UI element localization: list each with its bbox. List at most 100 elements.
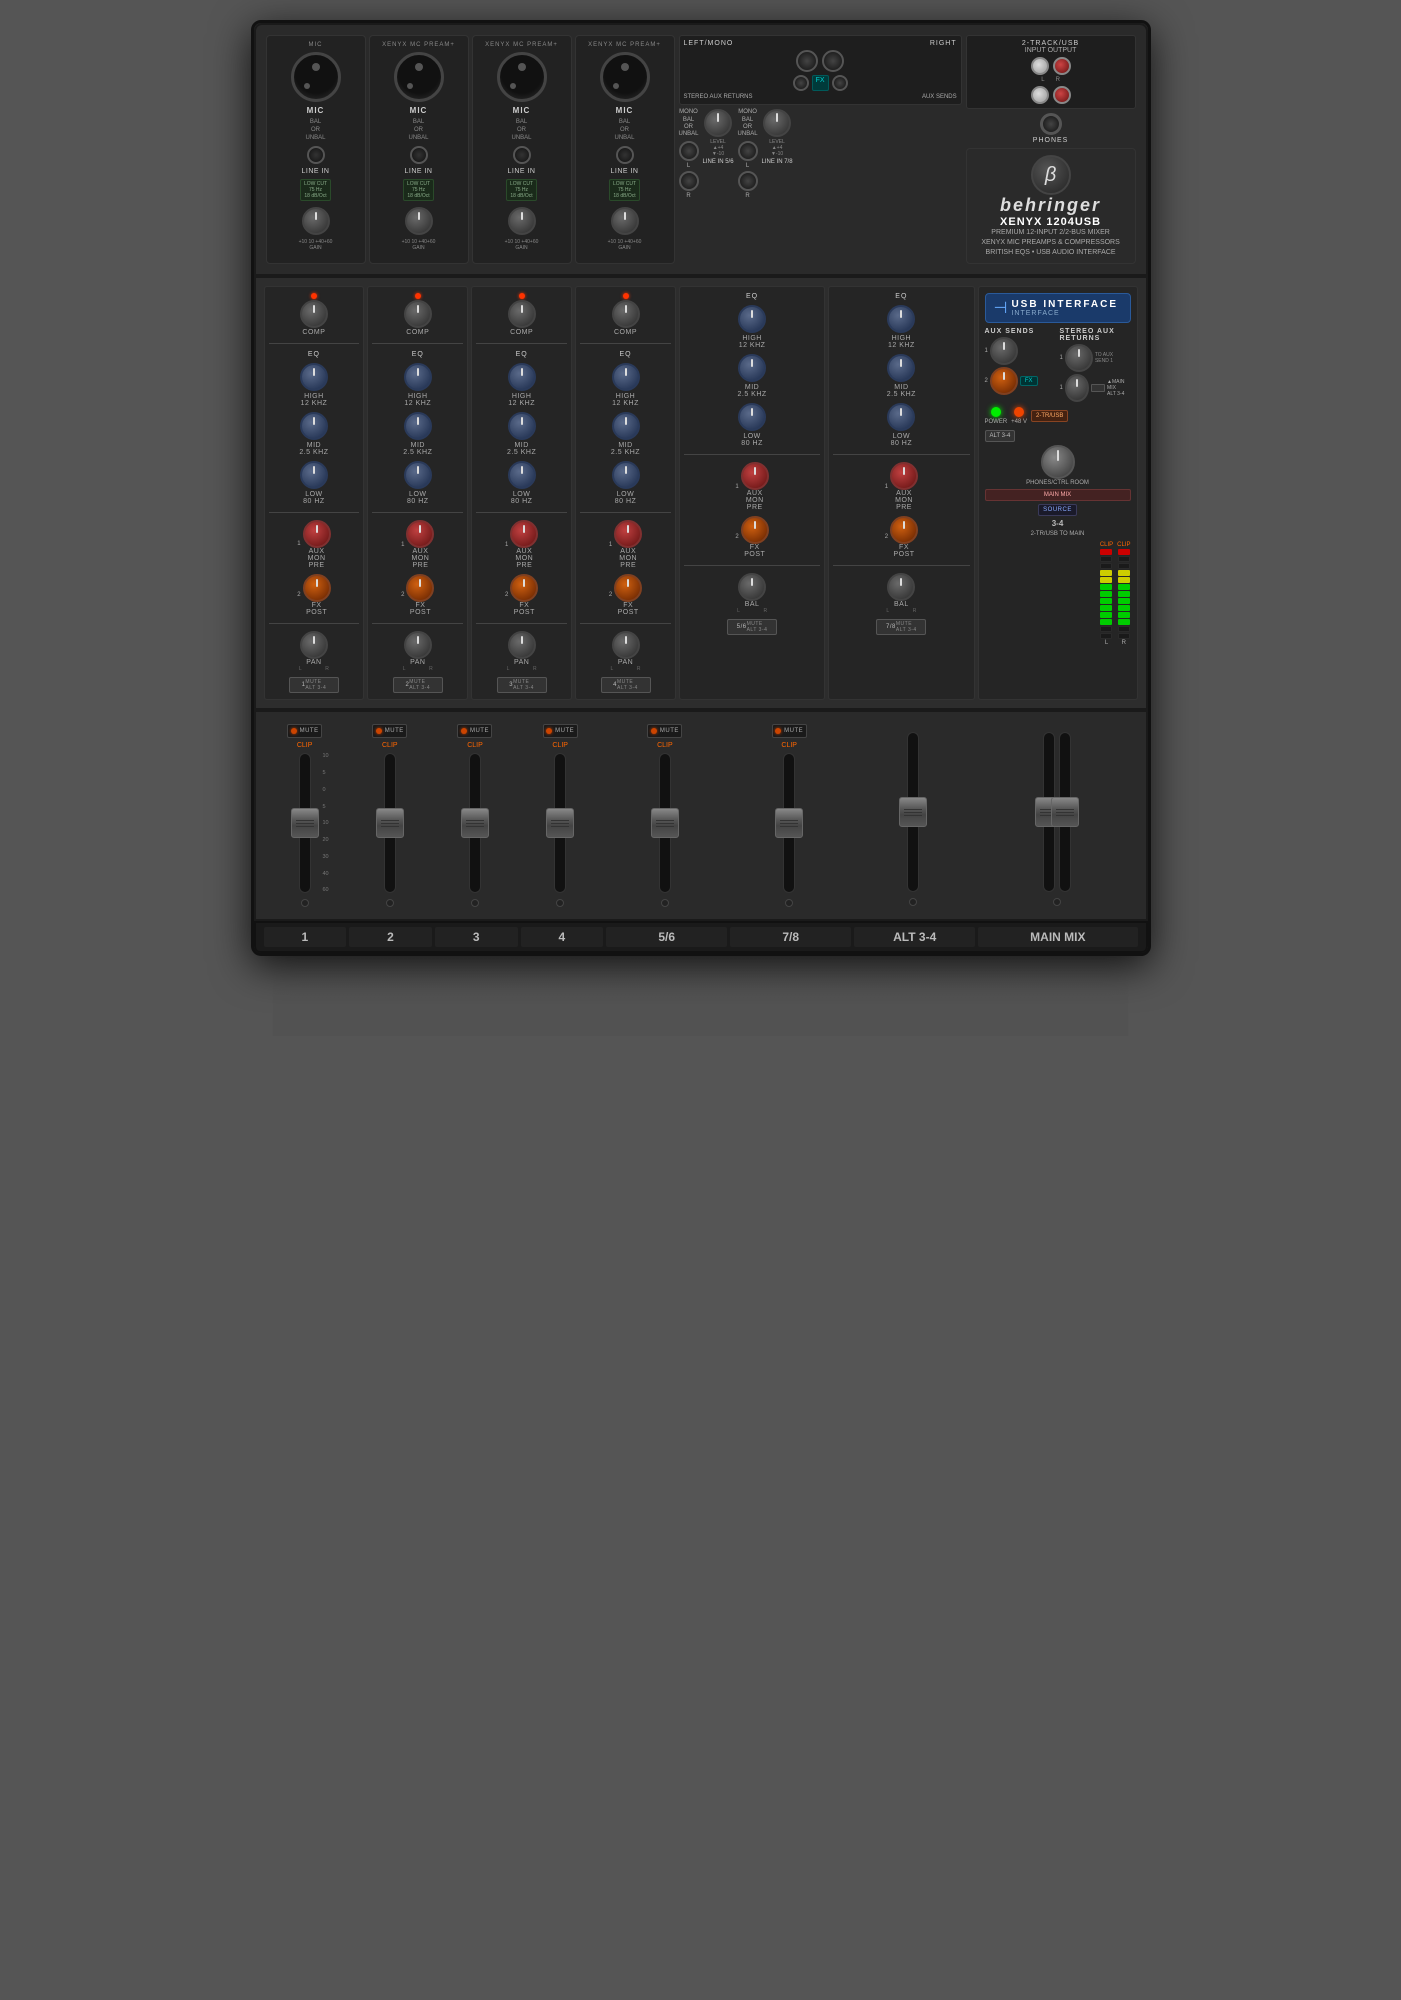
- eq-mid-knob-56[interactable]: [738, 354, 766, 382]
- aux2-knob-56[interactable]: [741, 516, 769, 544]
- eq-mid-knob-1[interactable]: [300, 412, 328, 440]
- aux1-knob-4[interactable]: [614, 520, 642, 548]
- fader-handle-1[interactable]: [291, 808, 319, 838]
- fader-track-2[interactable]: [384, 753, 396, 893]
- pan-knob-2[interactable]: [404, 631, 432, 659]
- low-cut-1[interactable]: LOW CUT75 Hz18 dB/Oct: [300, 179, 331, 201]
- level-56-knob[interactable]: [704, 109, 732, 137]
- eq-low-knob-3[interactable]: [508, 461, 536, 489]
- mono-2-r-jack[interactable]: [738, 171, 758, 191]
- mono-l-jack[interactable]: [679, 141, 699, 161]
- fader-track-56[interactable]: [659, 753, 671, 893]
- eq-high-knob-56[interactable]: [738, 305, 766, 333]
- fx-button-sends[interactable]: FX: [1020, 376, 1038, 386]
- main-out-left-jack[interactable]: [796, 50, 818, 72]
- gain-knob-1[interactable]: [302, 207, 330, 235]
- xlr-connector-1[interactable]: [291, 52, 341, 102]
- xlr-connector-2[interactable]: [394, 52, 444, 102]
- low-cut-2[interactable]: LOW CUT75 Hz18 dB/Oct: [403, 179, 434, 201]
- eq-low-knob-78[interactable]: [887, 403, 915, 431]
- eq-high-knob-4[interactable]: [612, 363, 640, 391]
- aux2-knob-3[interactable]: [510, 574, 538, 602]
- rca-in-left[interactable]: [1031, 57, 1049, 75]
- fader-track-3[interactable]: [469, 753, 481, 893]
- eq-mid-knob-3[interactable]: [508, 412, 536, 440]
- mute-button-2[interactable]: MUTE: [372, 724, 407, 738]
- source-button[interactable]: SOURCE: [1038, 504, 1077, 516]
- pan-knob-1[interactable]: [300, 631, 328, 659]
- mute-alt-button-1[interactable]: 1 MUTEALT 3-4: [289, 677, 339, 693]
- comp-knob-1[interactable]: [300, 300, 328, 328]
- main-mix-switch[interactable]: [1091, 384, 1105, 392]
- main-out-right-jack[interactable]: [822, 50, 844, 72]
- comp-knob-2[interactable]: [404, 300, 432, 328]
- xlr-connector-4[interactable]: [600, 52, 650, 102]
- rca-out-right[interactable]: [1053, 86, 1071, 104]
- fader-handle-3[interactable]: [461, 808, 489, 838]
- aux1-knob-1[interactable]: [303, 520, 331, 548]
- gain-knob-3[interactable]: [508, 207, 536, 235]
- eq-mid-knob-2[interactable]: [404, 412, 432, 440]
- mute-alt-button-56[interactable]: 5/6 MUTEALT 3-4: [727, 619, 777, 635]
- fader-handle-56[interactable]: [651, 808, 679, 838]
- mute-alt-button-4[interactable]: 4 MUTEALT 3-4: [601, 677, 651, 693]
- eq-low-knob-4[interactable]: [612, 461, 640, 489]
- eq-low-knob-56[interactable]: [738, 403, 766, 431]
- aux1-knob-3[interactable]: [510, 520, 538, 548]
- level-78-knob[interactable]: [763, 109, 791, 137]
- low-cut-4[interactable]: LOW CUT75 Hz18 dB/Oct: [609, 179, 640, 201]
- xlr-connector-3[interactable]: [497, 52, 547, 102]
- aux1-knob-56[interactable]: [741, 462, 769, 490]
- fx-send-jack[interactable]: [793, 75, 809, 91]
- gain-knob-2[interactable]: [405, 207, 433, 235]
- main-mix-button[interactable]: MAIN MIX: [985, 489, 1131, 501]
- fader-track-78[interactable]: [783, 753, 795, 893]
- aux2-knob-2[interactable]: [406, 574, 434, 602]
- mute-button-4[interactable]: MUTE: [543, 724, 578, 738]
- comp-knob-3[interactable]: [508, 300, 536, 328]
- mute-button-1[interactable]: MUTE: [287, 724, 322, 738]
- stereo-return-2-knob[interactable]: [1065, 374, 1089, 402]
- line-in-jack-4[interactable]: [616, 146, 634, 164]
- fader-handle-78[interactable]: [775, 808, 803, 838]
- mute-alt-button-2[interactable]: 2 MUTEALT 3-4: [393, 677, 443, 693]
- line-in-jack-3[interactable]: [513, 146, 531, 164]
- mono-2-l-jack[interactable]: [738, 141, 758, 161]
- mute-alt-button-78[interactable]: 7/8 MUTEALT 3-4: [876, 619, 926, 635]
- gain-knob-4[interactable]: [611, 207, 639, 235]
- fader-track-1[interactable]: [299, 753, 311, 893]
- stereo-return-1-knob[interactable]: [1065, 344, 1093, 372]
- pan-knob-4[interactable]: [612, 631, 640, 659]
- eq-mid-knob-4[interactable]: [612, 412, 640, 440]
- eq-high-knob-2[interactable]: [404, 363, 432, 391]
- comp-knob-4[interactable]: [612, 300, 640, 328]
- bal-knob-78[interactable]: [887, 573, 915, 601]
- fader-handle-alt34[interactable]: [899, 797, 927, 827]
- fader-handle-main-r[interactable]: [1051, 797, 1079, 827]
- aux2-knob-1[interactable]: [303, 574, 331, 602]
- fader-track-alt34[interactable]: [907, 732, 919, 892]
- phones-jack[interactable]: [1040, 113, 1062, 135]
- line-in-jack-1[interactable]: [307, 146, 325, 164]
- ctrl-room-knob[interactable]: [1041, 445, 1075, 479]
- fader-track-main-r[interactable]: [1059, 732, 1071, 892]
- eq-mid-knob-78[interactable]: [887, 354, 915, 382]
- aux2-knob-78[interactable]: [890, 516, 918, 544]
- eq-low-knob-1[interactable]: [300, 461, 328, 489]
- fader-handle-4[interactable]: [546, 808, 574, 838]
- eq-high-knob-78[interactable]: [887, 305, 915, 333]
- aux-return-jack[interactable]: [832, 75, 848, 91]
- low-cut-3[interactable]: LOW CUT75 Hz18 dB/Oct: [506, 179, 537, 201]
- aux2-knob-4[interactable]: [614, 574, 642, 602]
- mute-button-78[interactable]: MUTE: [772, 724, 807, 738]
- rca-in-right[interactable]: [1053, 57, 1071, 75]
- bal-knob-56[interactable]: [738, 573, 766, 601]
- eq-high-knob-3[interactable]: [508, 363, 536, 391]
- fader-track-4[interactable]: [554, 753, 566, 893]
- fader-handle-2[interactable]: [376, 808, 404, 838]
- eq-high-knob-1[interactable]: [300, 363, 328, 391]
- pan-knob-3[interactable]: [508, 631, 536, 659]
- two-track-usb-button[interactable]: 2-TR/USB: [1031, 410, 1068, 422]
- mute-alt-button-3[interactable]: 3 MUTEALT 3-4: [497, 677, 547, 693]
- rca-out-left[interactable]: [1031, 86, 1049, 104]
